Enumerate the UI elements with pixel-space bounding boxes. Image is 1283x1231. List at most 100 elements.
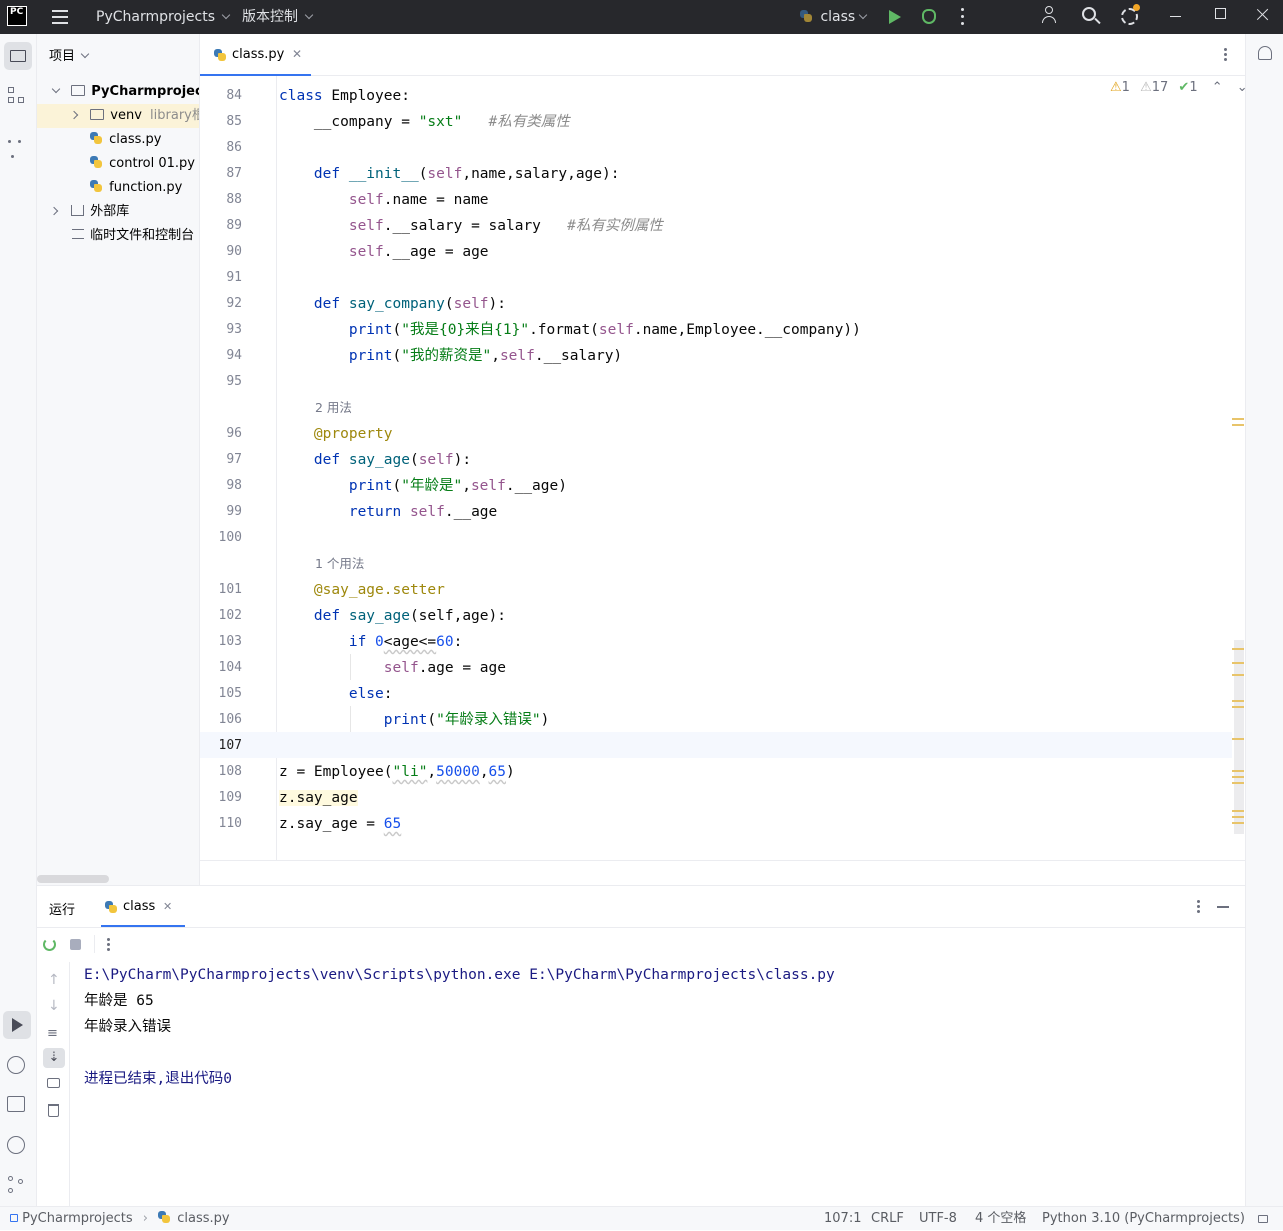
prev-highlight-icon[interactable]: ⌃ [1212, 80, 1223, 95]
run-tab-class[interactable]: class ✕ [101, 886, 185, 927]
code-line[interactable]: @property [279, 421, 393, 447]
rerun-icon[interactable] [43, 938, 56, 951]
warning-marker[interactable] [1232, 700, 1244, 702]
project-switcher[interactable]: PyCharmprojects [96, 0, 231, 34]
vcs-menu[interactable]: 版本控制 [242, 0, 314, 34]
close-window-icon[interactable] [1256, 7, 1270, 21]
code-line[interactable]: self.name = name [279, 187, 489, 213]
file-encoding[interactable]: UTF-8 [919, 1207, 957, 1231]
warning-marker[interactable] [1232, 662, 1244, 664]
python-file-icon [158, 1211, 171, 1223]
problems-tool-icon[interactable] [7, 1136, 25, 1154]
code-line[interactable]: def say_company(self): [279, 291, 506, 317]
tree-item-file[interactable]: class.py [90, 128, 162, 152]
code-line[interactable]: print("年龄录入错误") [279, 707, 550, 733]
debug-icon[interactable] [922, 9, 936, 24]
warning-marker[interactable] [1232, 776, 1244, 778]
code-line[interactable]: return self.__age [279, 499, 497, 525]
services-tool-icon[interactable] [7, 1056, 25, 1074]
soft-wrap-icon[interactable]: ≡ [47, 1026, 58, 1041]
code-line[interactable]: self.age = age [279, 655, 506, 681]
run-icon[interactable] [889, 10, 901, 24]
warning-marker[interactable] [1232, 816, 1244, 818]
tree-item-root[interactable]: PyCharmprojects [37, 80, 199, 104]
project-panel-header[interactable]: 项目 [49, 45, 90, 64]
breadcrumb: PyCharmprojects › class.py [10, 1207, 230, 1231]
main-menu-icon[interactable] [52, 9, 68, 25]
breadcrumb-file[interactable]: class.py [177, 1211, 229, 1226]
project-tool-icon[interactable] [4, 42, 32, 70]
tree-item-file[interactable]: control 01.py [90, 152, 195, 176]
warning-marker[interactable] [1232, 822, 1244, 824]
scroll-up-icon[interactable]: ↑ [48, 972, 60, 988]
close-tab-icon[interactable]: ✕ [292, 47, 302, 61]
editor-tab-class-py[interactable]: class.py ✕ [200, 34, 311, 76]
structure-tool-icon[interactable] [8, 87, 26, 105]
error-stripe[interactable] [1234, 640, 1244, 834]
line-separator[interactable]: CRLF [871, 1207, 904, 1231]
warning-marker[interactable] [1232, 424, 1244, 426]
code-line[interactable]: z = Employee("li",50000,65) [279, 759, 515, 785]
caret-position[interactable]: 107:1 [824, 1207, 861, 1231]
more-options-icon[interactable] [961, 8, 965, 26]
tab-options-icon[interactable] [1224, 48, 1228, 62]
inspection-widget[interactable]: ⚠1 ⚠17 ✔1 ⌃ ⌄ [1110, 80, 1248, 95]
warning-marker[interactable] [1232, 770, 1244, 772]
run-panel-options-icon[interactable] [1197, 900, 1201, 914]
code-line[interactable]: __company = "sxt" #私有类属性 [279, 109, 570, 135]
scroll-down-icon[interactable]: ↓ [48, 998, 60, 1014]
clear-trash-icon[interactable] [48, 1104, 59, 1117]
scroll-to-end-icon[interactable]: ⇣ [43, 1048, 65, 1068]
run-config-selector[interactable]: class [800, 0, 868, 34]
code-line[interactable]: class Employee: [279, 83, 410, 109]
indent-setting[interactable]: 4 个空格 [975, 1207, 1026, 1231]
python-interpreter[interactable]: Python 3.10 (PyCharmprojects) [1042, 1207, 1245, 1231]
breadcrumb-project[interactable]: PyCharmprojects [22, 1211, 133, 1226]
tree-item-scratches[interactable]: 临时文件和控制台 [72, 224, 194, 248]
usages-hint[interactable]: 2 用法 [315, 395, 352, 421]
tree-item-external-libs[interactable]: 外部库 [37, 200, 129, 224]
warning-marker[interactable] [1232, 810, 1244, 812]
code-line[interactable]: self.__salary = salary #私有实例属性 [279, 213, 663, 239]
terminal-tool-icon[interactable] [7, 1096, 25, 1112]
code-line[interactable]: print("年龄是",self.__age) [279, 473, 567, 499]
close-run-tab-icon[interactable]: ✕ [163, 900, 172, 913]
code-line[interactable]: z.say_age [279, 785, 358, 811]
warning-marker[interactable] [1232, 674, 1244, 676]
warning-marker[interactable] [1232, 706, 1244, 708]
tree-item-file[interactable]: function.py [90, 176, 182, 200]
hide-panel-icon[interactable] [1217, 906, 1229, 908]
code-line[interactable]: print("我是{0}来自{1}".format(self.name,Empl… [279, 317, 861, 343]
more-tools-icon[interactable] [8, 132, 26, 158]
warning-marker[interactable] [1232, 648, 1244, 650]
git-tool-icon[interactable] [8, 1176, 24, 1194]
add-user-icon[interactable] [1042, 6, 1060, 26]
warning-marker[interactable] [1232, 782, 1244, 784]
print-icon[interactable] [47, 1078, 60, 1088]
code-line[interactable]: def say_age(self): [279, 447, 471, 473]
code-line[interactable]: def __init__(self,name,salary,age): [279, 161, 620, 187]
code-line[interactable]: print("我的薪资是",self.__salary) [279, 343, 622, 369]
minimize-icon[interactable] [1170, 16, 1181, 17]
usages-hint[interactable]: 1 个用法 [315, 551, 364, 577]
notifications-bell-icon[interactable] [1258, 46, 1272, 60]
maximize-icon[interactable] [1215, 8, 1226, 19]
app-logo-icon[interactable]: PC [7, 6, 27, 26]
tree-item-venv[interactable]: venv library根目录 [37, 104, 199, 128]
library-icon [71, 205, 85, 216]
lock-icon[interactable] [1258, 1215, 1268, 1223]
next-highlight-icon[interactable]: ⌄ [1237, 80, 1248, 95]
stop-icon[interactable] [70, 939, 81, 950]
horizontal-scrollbar[interactable] [37, 875, 109, 883]
code-line[interactable]: self.__age = age [279, 239, 489, 265]
code-line[interactable]: if 0<age<=60: [279, 629, 463, 655]
warning-marker[interactable] [1232, 418, 1244, 420]
code-text: , [427, 764, 437, 780]
more-actions-icon[interactable] [107, 938, 111, 952]
code-line[interactable]: z.say_age = 65 [279, 811, 401, 837]
code-line[interactable]: else: [279, 681, 393, 707]
warning-marker[interactable] [1232, 738, 1244, 740]
run-tool-icon[interactable] [3, 1011, 31, 1039]
code-line[interactable]: def say_age(self,age): [279, 603, 506, 629]
code-line[interactable]: @say_age.setter [279, 577, 445, 603]
